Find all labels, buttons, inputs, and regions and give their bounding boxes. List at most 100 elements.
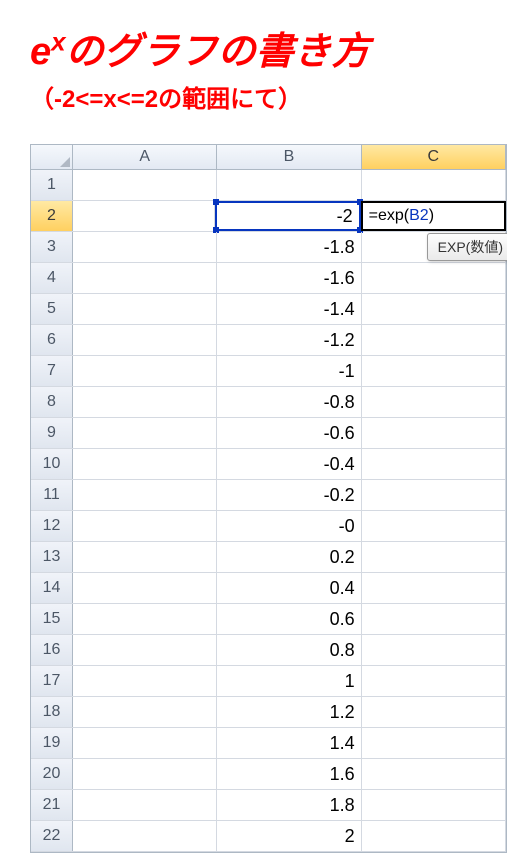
cell[interactable]: 0.6 xyxy=(217,604,361,634)
cell[interactable]: 0.8 xyxy=(217,635,361,665)
table-row: 191.4 xyxy=(31,728,506,759)
table-row: 6 -1.2 xyxy=(31,325,506,356)
cell[interactable] xyxy=(362,728,506,758)
cell[interactable]: 1.2 xyxy=(217,697,361,727)
row-header[interactable]: 14 xyxy=(31,573,73,603)
row-header[interactable]: 13 xyxy=(31,542,73,572)
cell[interactable]: -1.6 xyxy=(217,263,361,293)
cell[interactable] xyxy=(362,759,506,789)
cell[interactable]: 1.6 xyxy=(217,759,361,789)
table-row: 11 -0.2 xyxy=(31,480,506,511)
cell[interactable] xyxy=(362,480,506,510)
cell[interactable]: -0.8 xyxy=(217,387,361,417)
cell[interactable]: -1.2 xyxy=(217,325,361,355)
cell[interactable] xyxy=(73,480,217,510)
cell[interactable] xyxy=(362,573,506,603)
cell[interactable] xyxy=(73,387,217,417)
cell[interactable] xyxy=(362,511,506,541)
row-header[interactable]: 20 xyxy=(31,759,73,789)
cell[interactable]: 1.8 xyxy=(217,790,361,820)
cell[interactable]: -2 xyxy=(215,201,360,231)
row-header[interactable]: 22 xyxy=(31,821,73,851)
table-row: 181.2 xyxy=(31,697,506,728)
row-header[interactable]: 9 xyxy=(31,418,73,448)
cell[interactable]: 2 xyxy=(217,821,361,851)
cell[interactable] xyxy=(362,666,506,696)
cell[interactable]: 1.4 xyxy=(217,728,361,758)
row-header[interactable]: 5 xyxy=(31,294,73,324)
cell[interactable] xyxy=(362,170,506,200)
row-header[interactable]: 11 xyxy=(31,480,73,510)
cell[interactable] xyxy=(362,263,506,293)
cell[interactable] xyxy=(362,790,506,820)
row-header[interactable]: 4 xyxy=(31,263,73,293)
cell[interactable] xyxy=(362,635,506,665)
select-all-corner[interactable] xyxy=(31,145,73,169)
cell[interactable] xyxy=(362,449,506,479)
row-header[interactable]: 21 xyxy=(31,790,73,820)
row-header[interactable]: 12 xyxy=(31,511,73,541)
cell[interactable]: -0.6 xyxy=(217,418,361,448)
cell[interactable]: 0.2 xyxy=(217,542,361,572)
row-header[interactable]: 16 xyxy=(31,635,73,665)
cell[interactable] xyxy=(362,325,506,355)
cell[interactable] xyxy=(362,604,506,634)
cell[interactable] xyxy=(73,449,217,479)
cell[interactable] xyxy=(73,604,217,634)
cell[interactable]: 0.4 xyxy=(217,573,361,603)
cell[interactable] xyxy=(73,759,217,789)
row-header[interactable]: 17 xyxy=(31,666,73,696)
column-header-a[interactable]: A xyxy=(73,145,217,169)
row-header[interactable]: 15 xyxy=(31,604,73,634)
row-header[interactable]: 3 xyxy=(31,232,73,262)
row-header[interactable]: 7 xyxy=(31,356,73,386)
cell[interactable]: -0.2 xyxy=(217,480,361,510)
cell[interactable] xyxy=(362,542,506,572)
cell[interactable] xyxy=(73,263,217,293)
cell[interactable] xyxy=(362,294,506,324)
cell[interactable]: -1.4 xyxy=(217,294,361,324)
cell[interactable] xyxy=(73,573,217,603)
row-header[interactable]: 18 xyxy=(31,697,73,727)
cell[interactable] xyxy=(73,511,217,541)
column-header-c[interactable]: C xyxy=(362,145,506,169)
cell[interactable] xyxy=(73,170,217,200)
row-header[interactable]: 8 xyxy=(31,387,73,417)
cell[interactable] xyxy=(73,821,217,851)
cell[interactable] xyxy=(73,728,217,758)
cell[interactable] xyxy=(362,697,506,727)
cell[interactable] xyxy=(362,387,506,417)
row-header[interactable]: 10 xyxy=(31,449,73,479)
table-row: 160.8 xyxy=(31,635,506,666)
cell[interactable] xyxy=(73,294,217,324)
cell[interactable]: -0.4 xyxy=(217,449,361,479)
cell[interactable]: -0 xyxy=(217,511,361,541)
row-header[interactable]: 1 xyxy=(31,170,73,200)
cell[interactable] xyxy=(217,170,361,200)
cell[interactable]: -1 xyxy=(217,356,361,386)
cell[interactable] xyxy=(73,790,217,820)
cell[interactable] xyxy=(73,542,217,572)
column-header-b[interactable]: B xyxy=(217,145,361,169)
cell[interactable] xyxy=(73,325,217,355)
table-row: 8 -0.8 xyxy=(31,387,506,418)
cell[interactable] xyxy=(73,666,217,696)
cell[interactable] xyxy=(73,201,215,231)
cell[interactable]: 1 xyxy=(217,666,361,696)
table-row: 17 1 xyxy=(31,666,506,697)
formula-editing-cell[interactable]: =exp(B2)EXP(数値) xyxy=(361,201,506,231)
table-row: 2 -2=exp(B2)EXP(数値) xyxy=(31,201,506,232)
cell[interactable] xyxy=(73,635,217,665)
cell[interactable] xyxy=(73,697,217,727)
cell[interactable] xyxy=(362,821,506,851)
row-header[interactable]: 6 xyxy=(31,325,73,355)
cell[interactable] xyxy=(362,356,506,386)
row-header[interactable]: 2 xyxy=(31,201,73,231)
cell[interactable] xyxy=(73,418,217,448)
row-header[interactable]: 19 xyxy=(31,728,73,758)
cell[interactable] xyxy=(73,356,217,386)
cell[interactable]: -1.8 xyxy=(217,232,361,262)
cell[interactable] xyxy=(362,418,506,448)
cell[interactable] xyxy=(73,232,217,262)
spreadsheet[interactable]: A B C 12-2=exp(B2)EXP(数値)3-1.84-1.65-1.4… xyxy=(30,144,507,853)
